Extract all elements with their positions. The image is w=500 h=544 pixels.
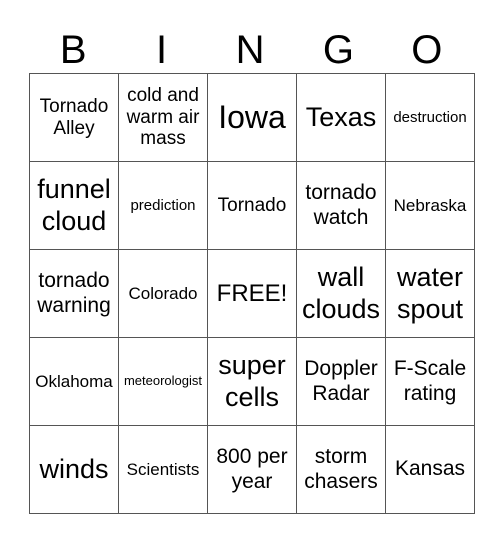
bingo-row: Tornado Alley cold and warm air mass Iow…	[29, 73, 475, 162]
header-letter-i: I	[156, 28, 168, 72]
bingo-cell[interactable]: cold and warm air mass	[118, 73, 208, 162]
bingo-cell[interactable]: tornado warning	[29, 249, 119, 338]
bingo-cell[interactable]: Texas	[296, 73, 386, 162]
bingo-cell[interactable]: funnel cloud	[29, 161, 119, 250]
bingo-cell[interactable]: Kansas	[385, 425, 475, 514]
bingo-cell[interactable]: Oklahoma	[29, 337, 119, 426]
bingo-row: funnel cloud prediction Tornado tornado …	[29, 161, 475, 250]
bingo-cell[interactable]: F-Scale rating	[385, 337, 475, 426]
bingo-cell[interactable]: wall clouds	[296, 249, 386, 338]
bingo-cell[interactable]: Colorado	[118, 249, 208, 338]
bingo-cell[interactable]: Nebraska	[385, 161, 475, 250]
bingo-cell[interactable]: Tornado Alley	[29, 73, 119, 162]
header-letter-o: O	[411, 28, 443, 72]
bingo-cell[interactable]: prediction	[118, 161, 208, 250]
bingo-cell[interactable]: 800 per year	[207, 425, 297, 514]
free-space-cell[interactable]: FREE!	[207, 249, 297, 338]
bingo-header: B I N G O	[29, 28, 471, 72]
bingo-card-grid: Tornado Alley cold and warm air mass Iow…	[29, 73, 475, 514]
bingo-row: winds Scientists 800 per year storm chas…	[29, 425, 475, 514]
bingo-row: Oklahoma meteorologist super cells Doppl…	[29, 337, 475, 426]
bingo-cell[interactable]: storm chasers	[296, 425, 386, 514]
bingo-row: tornado warning Colorado FREE! wall clou…	[29, 249, 475, 338]
bingo-cell[interactable]: super cells	[207, 337, 297, 426]
bingo-cell[interactable]: meteorologist	[118, 337, 208, 426]
bingo-cell[interactable]: water spout	[385, 249, 475, 338]
bingo-cell[interactable]: destruction	[385, 73, 475, 162]
bingo-cell[interactable]: tornado watch	[296, 161, 386, 250]
bingo-cell[interactable]: Scientists	[118, 425, 208, 514]
header-letter-b: B	[59, 28, 87, 72]
header-letter-n: N	[235, 28, 265, 72]
bingo-cell[interactable]: Tornado	[207, 161, 297, 250]
bingo-cell[interactable]: Doppler Radar	[296, 337, 386, 426]
header-letter-g: G	[322, 28, 354, 72]
bingo-cell[interactable]: winds	[29, 425, 119, 514]
bingo-cell[interactable]: Iowa	[207, 73, 297, 162]
